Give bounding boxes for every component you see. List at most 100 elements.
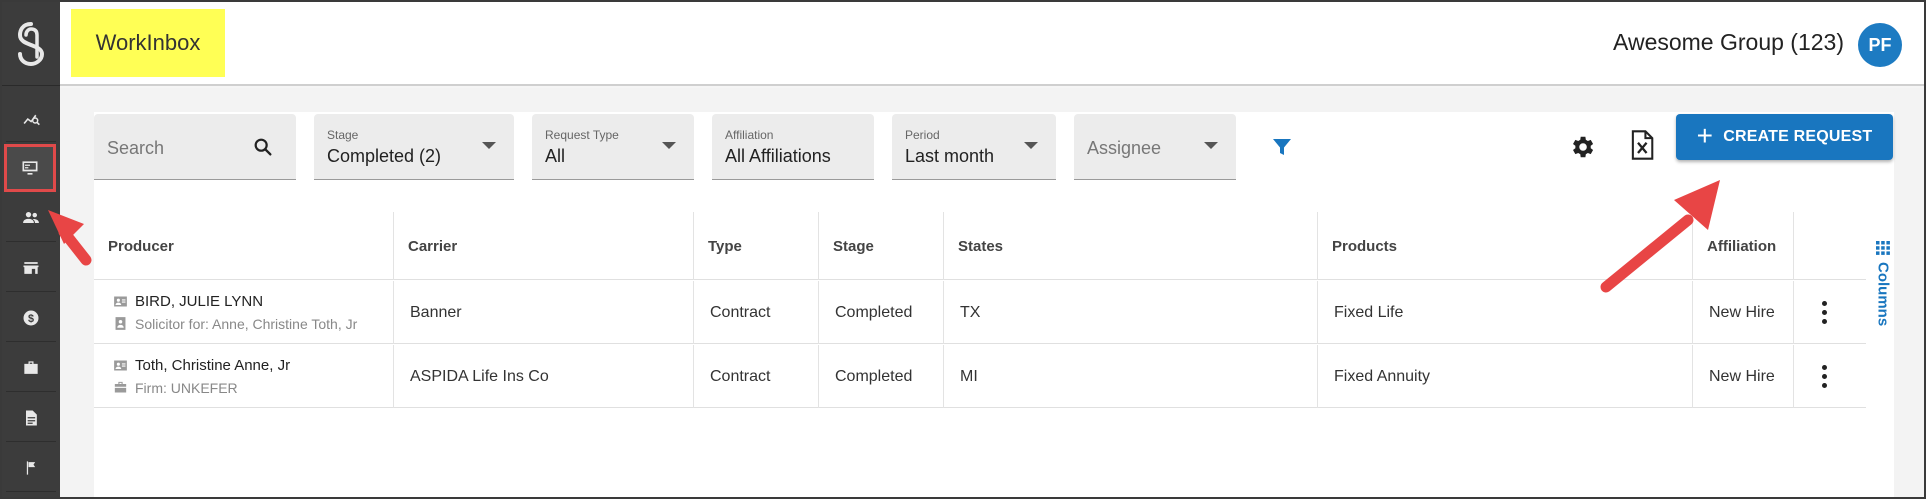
producer-sub-line: Firm: UNKEFER <box>112 377 238 399</box>
table-row[interactable]: BIRD, JULIE LYNN Solicitor for: Anne, Ch… <box>94 281 1866 344</box>
products-cell: Fixed Life <box>1318 281 1693 344</box>
more-vert-icon <box>1821 363 1827 390</box>
briefcase-icon <box>114 381 127 393</box>
chevron-down-icon <box>662 142 676 149</box>
type-cell: Contract <box>694 345 819 408</box>
producer-name[interactable]: BIRD, JULIE LYNN <box>135 293 263 310</box>
filter-icon <box>1273 139 1291 155</box>
producer-subtext: Firm: UNKEFER <box>135 379 238 396</box>
contact-card-icon <box>114 296 127 307</box>
table-header: Producer Carrier Type Stage States Produ… <box>94 212 1866 280</box>
products-cell: Fixed Annuity <box>1318 345 1693 408</box>
monitor-icon <box>22 161 38 175</box>
flag-icon <box>26 460 36 475</box>
column-header-producer[interactable]: Producer <box>94 212 394 280</box>
type-cell: Contract <box>694 281 819 344</box>
producer-name-line: Toth, Christine Anne, Jr <box>112 355 290 377</box>
briefcase-icon <box>24 360 38 374</box>
column-header-carrier[interactable]: Carrier <box>394 212 694 280</box>
row-actions-button[interactable] <box>1794 281 1854 344</box>
request-type-value: All <box>545 146 566 166</box>
person-badge-icon <box>115 317 126 330</box>
sidebar-item-flags[interactable] <box>6 444 56 492</box>
affiliation-value: All Affiliations <box>725 146 831 166</box>
producer-sub-line: Solicitor for: Anne, Christine Toth, Jr <box>112 313 357 335</box>
column-header-affiliation[interactable]: Affiliation <box>1693 212 1794 280</box>
excel-icon <box>1631 130 1654 160</box>
carrier-cell: ASPIDA Life Ins Co <box>394 345 694 408</box>
grid-icon <box>1876 241 1890 255</box>
period-select[interactable]: Period Last month <box>892 114 1056 180</box>
stage-cell: Completed <box>819 345 944 408</box>
more-vert-icon <box>1821 299 1827 326</box>
sidebar-item-billing[interactable]: $ <box>6 294 56 342</box>
producer-cell: BIRD, JULIE LYNN Solicitor for: Anne, Ch… <box>94 281 394 344</box>
chevron-down-icon <box>1024 142 1038 149</box>
column-header-products[interactable]: Products <box>1318 212 1693 280</box>
chevron-down-icon <box>482 142 496 149</box>
export-excel-button[interactable] <box>1626 129 1658 161</box>
svg-text:$: $ <box>28 312 34 324</box>
avatar[interactable]: PF <box>1858 23 1902 67</box>
affiliation-field[interactable]: Affiliation All Affiliations <box>712 114 874 180</box>
create-request-label: CREATE REQUEST <box>1723 128 1873 145</box>
analytics-icon <box>23 114 40 125</box>
carrier-cell: Banner <box>394 281 694 344</box>
stage-value: Completed (2) <box>327 146 442 166</box>
affiliation-cell: New Hire <box>1693 345 1794 408</box>
columns-panel-tab[interactable]: Columns <box>1872 240 1894 340</box>
search-input-field[interactable]: Search <box>94 114 296 180</box>
group-name[interactable]: Awesome Group (123) <box>1613 29 1844 56</box>
column-header-type[interactable]: Type <box>694 212 819 280</box>
sidebar-item-people[interactable] <box>6 194 56 242</box>
plus-icon: + <box>1696 119 1714 151</box>
stage-select[interactable]: Stage Completed (2) <box>314 114 514 180</box>
affiliation-label: Affiliation <box>725 128 774 142</box>
sidebar: $ <box>2 2 60 497</box>
sidebar-item-documents[interactable] <box>6 394 56 442</box>
dollar-icon: $ <box>23 310 39 325</box>
column-header-states[interactable]: States <box>944 212 1318 280</box>
period-label: Period <box>905 128 940 142</box>
producer-subtext: Solicitor for: Anne, Christine Toth, Jr <box>135 315 358 332</box>
states-cell: MI <box>944 345 1318 408</box>
app-window: $ WorkInbox Awesome Group (123) PF Searc… <box>0 0 1926 499</box>
document-icon <box>26 410 37 425</box>
stage-label: Stage <box>327 128 359 142</box>
chevron-down-icon <box>1204 142 1218 149</box>
page-title: WorkInbox <box>71 9 225 77</box>
request-type-label: Request Type <box>545 128 619 142</box>
stage-cell: Completed <box>819 281 944 344</box>
affiliation-cell: New Hire <box>1693 281 1794 344</box>
settings-button[interactable] <box>1566 131 1598 163</box>
create-request-button[interactable]: + CREATE REQUEST <box>1676 114 1893 160</box>
people-icon <box>23 211 39 223</box>
logo-icon <box>17 21 45 66</box>
gear-icon <box>1573 136 1594 158</box>
assignee-placeholder: Assignee <box>1087 138 1162 158</box>
producer-name-line: BIRD, JULIE LYNN <box>112 291 263 313</box>
main-panel: Search Stage Completed (2) Request Type … <box>60 88 1924 497</box>
top-header: WorkInbox Awesome Group (123) PF <box>60 2 1924 86</box>
sidebar-item-store[interactable] <box>6 244 56 292</box>
filter-button[interactable] <box>1266 131 1298 163</box>
columns-tab-label: Columns <box>1874 262 1892 327</box>
sidebar-item-business[interactable] <box>6 344 56 392</box>
sidebar-item-analytics[interactable] <box>6 94 56 142</box>
request-type-select[interactable]: Request Type All <box>532 114 694 180</box>
period-value: Last month <box>905 146 995 166</box>
requests-table: Producer Carrier Type Stage States Produ… <box>94 212 1894 497</box>
sidebar-item-workinbox[interactable] <box>4 144 56 192</box>
assignee-select[interactable]: Assignee <box>1074 114 1236 180</box>
column-header-stage[interactable]: Stage <box>819 212 944 280</box>
store-icon <box>23 261 39 274</box>
producer-name[interactable]: Toth, Christine Anne, Jr <box>135 357 290 374</box>
table-row[interactable]: Toth, Christine Anne, Jr Firm: UNKEFER A… <box>94 345 1866 408</box>
search-icon[interactable] <box>252 136 274 158</box>
app-logo[interactable] <box>2 2 60 86</box>
search-placeholder: Search <box>107 138 165 158</box>
producer-cell: Toth, Christine Anne, Jr Firm: UNKEFER <box>94 345 394 408</box>
states-cell: TX <box>944 281 1318 344</box>
row-actions-button[interactable] <box>1794 345 1854 408</box>
contact-card-icon <box>114 360 127 371</box>
